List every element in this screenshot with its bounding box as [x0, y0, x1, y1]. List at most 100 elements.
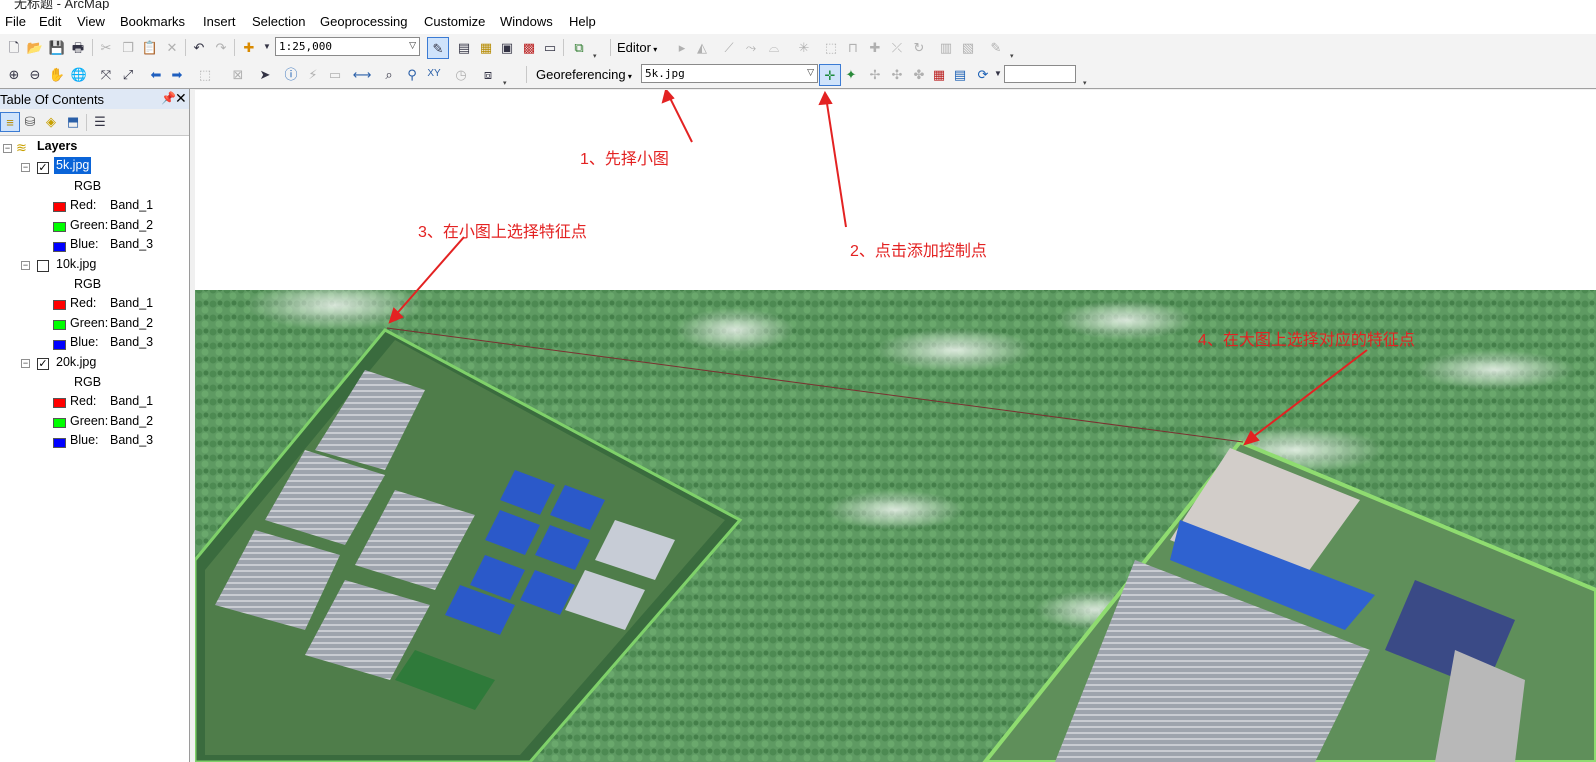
- search-window-icon[interactable]: ▣: [498, 38, 516, 56]
- map-scale-combo[interactable]: 1:25,000 ▽: [275, 37, 420, 56]
- edit-tool-icon[interactable]: ▸: [673, 38, 691, 56]
- editor-toolbar-icon[interactable]: ✎: [427, 37, 449, 59]
- select-link-icon[interactable]: ✢: [866, 65, 884, 83]
- list-by-visibility-icon[interactable]: ◈: [42, 112, 60, 130]
- undo-icon[interactable]: ↶: [190, 38, 208, 56]
- attributes-icon[interactable]: ▥: [937, 38, 955, 56]
- layer-name-5k[interactable]: 5k.jpg: [54, 157, 92, 174]
- cut-icon[interactable]: ✂: [97, 38, 115, 56]
- forward-arrow-icon[interactable]: ➡: [168, 65, 186, 83]
- menu-customize[interactable]: Customize: [424, 14, 485, 29]
- save-icon[interactable]: 💾: [48, 38, 66, 56]
- copy-icon[interactable]: ❐: [119, 38, 137, 56]
- fixed-zoom-in-icon[interactable]: ⤧: [97, 65, 115, 83]
- collapse-icon[interactable]: −: [21, 261, 30, 270]
- create-viewer-window-icon[interactable]: ⧈: [479, 65, 497, 83]
- zoom-out-icon[interactable]: ⊖: [26, 65, 44, 83]
- editor-menu-button[interactable]: Editor ▾: [617, 38, 657, 57]
- menu-file[interactable]: File: [5, 14, 26, 29]
- paste-icon[interactable]: 📋: [141, 38, 159, 56]
- back-arrow-icon[interactable]: ⬅: [147, 65, 165, 83]
- menu-bookmarks[interactable]: Bookmarks: [120, 14, 185, 29]
- pin-icon[interactable]: 📌: [161, 91, 176, 105]
- rotate-icon[interactable]: ↻: [910, 38, 928, 56]
- georef-layer-combo[interactable]: 5k.jpg ▽: [641, 64, 818, 83]
- find-route-icon[interactable]: ⚲: [403, 65, 421, 83]
- add-data-dropdown-icon[interactable]: ▼: [258, 38, 276, 56]
- catalog-icon[interactable]: ▦: [477, 38, 495, 56]
- measure-icon[interactable]: ⟷: [353, 65, 372, 83]
- trace-icon[interactable]: ⌓: [765, 38, 783, 56]
- collapse-icon[interactable]: −: [21, 163, 30, 172]
- layer-visibility-checkbox[interactable]: ✓: [37, 162, 49, 174]
- map-canvas[interactable]: [195, 90, 1596, 762]
- zoom-to-selected-link-icon[interactable]: ✣: [888, 65, 906, 83]
- auto-registration-icon[interactable]: ✦: [842, 65, 860, 83]
- new-document-icon[interactable]: 🗋: [5, 38, 23, 56]
- menu-insert[interactable]: Insert: [203, 14, 236, 29]
- list-by-selection-icon[interactable]: ⬒: [64, 112, 82, 130]
- model-builder-icon[interactable]: ⧉: [570, 38, 588, 56]
- menu-windows[interactable]: Windows: [500, 14, 553, 29]
- straight-segment-icon[interactable]: ⟋: [720, 38, 738, 56]
- arctoolbox-icon[interactable]: ▩: [520, 38, 538, 56]
- layer-visibility-checkbox[interactable]: ✓: [37, 358, 49, 370]
- toolbar-grip-icon[interactable]: ▾: [503, 80, 510, 87]
- layer-visibility-checkbox[interactable]: [37, 260, 49, 272]
- layers-root-label[interactable]: Layers: [37, 137, 77, 156]
- open-folder-icon[interactable]: 📂: [26, 38, 44, 56]
- endpoint-arc-icon[interactable]: ⤳: [742, 38, 760, 56]
- create-features-icon[interactable]: ✎: [987, 38, 1005, 56]
- list-by-drawing-order-icon[interactable]: ≡: [0, 112, 20, 132]
- split-icon[interactable]: ⤫: [888, 38, 906, 56]
- layout-view-icon[interactable]: ▤: [455, 38, 473, 56]
- cut-polygon-icon[interactable]: ✚: [866, 38, 884, 56]
- redo-icon[interactable]: ↷: [212, 38, 230, 56]
- map-view[interactable]: 1、先择小图 2、点击添加控制点 3、在小图上选择特征点 4、在大图上选择对应的…: [195, 90, 1596, 762]
- collapse-icon[interactable]: −: [21, 359, 30, 368]
- go-to-xy-icon[interactable]: XY: [425, 65, 443, 83]
- sketch-properties-icon[interactable]: ▧: [959, 38, 977, 56]
- point-icon[interactable]: ✳: [795, 38, 813, 56]
- menu-view[interactable]: View: [77, 14, 105, 29]
- time-slider-icon[interactable]: ◷: [452, 65, 470, 83]
- georeferencing-menu-button[interactable]: Georeferencing ▾: [536, 65, 632, 84]
- layer-name-20k[interactable]: 20k.jpg: [56, 353, 96, 372]
- pan-hand-icon[interactable]: ✋: [48, 65, 66, 83]
- collapse-icon[interactable]: −: [3, 144, 12, 153]
- hyperlink-icon[interactable]: ⚡: [304, 65, 322, 83]
- delete-link-icon[interactable]: ✤: [910, 65, 928, 83]
- menu-edit[interactable]: Edit: [39, 14, 61, 29]
- menu-help[interactable]: Help: [569, 14, 596, 29]
- add-control-points-icon[interactable]: ✛: [819, 64, 841, 86]
- fixed-zoom-out-icon[interactable]: ⤢: [119, 65, 137, 83]
- print-icon[interactable]: 🖶: [69, 38, 87, 56]
- layer-name-10k[interactable]: 10k.jpg: [56, 255, 96, 274]
- toolbar-grip-icon[interactable]: ▾: [1083, 80, 1090, 87]
- zoom-in-icon[interactable]: ⊕: [5, 65, 23, 83]
- separator: [610, 39, 611, 56]
- menu-selection[interactable]: Selection: [252, 14, 305, 29]
- toolbar-grip-icon[interactable]: ▾: [1010, 53, 1017, 60]
- edit-annotation-icon[interactable]: ◭: [693, 38, 711, 56]
- reshape-icon[interactable]: ⊓: [844, 38, 862, 56]
- menu-geoprocessing[interactable]: Geoprocessing: [320, 14, 407, 29]
- python-window-icon[interactable]: ▭: [541, 38, 559, 56]
- identify-icon[interactable]: ⓘ: [282, 65, 300, 83]
- find-binoculars-icon[interactable]: ⌕: [380, 65, 398, 83]
- clear-selection-icon[interactable]: ⊠: [229, 65, 247, 83]
- html-popup-icon[interactable]: ▭: [326, 65, 344, 83]
- close-icon[interactable]: ✕: [175, 90, 187, 107]
- list-by-source-icon[interactable]: ⛁: [21, 112, 39, 130]
- options-icon[interactable]: ☰: [91, 112, 109, 130]
- viewer-icon[interactable]: ▦: [930, 65, 948, 83]
- full-extent-globe-icon[interactable]: 🌐: [70, 65, 88, 83]
- edit-vertices-icon[interactable]: ⬚: [822, 38, 840, 56]
- select-features-icon[interactable]: ⬚: [196, 65, 214, 83]
- delete-icon[interactable]: ✕: [163, 38, 181, 56]
- view-link-table-icon[interactable]: ▤: [951, 65, 969, 83]
- add-data-icon[interactable]: ✚: [240, 38, 258, 56]
- rotate-angle-input[interactable]: [1004, 65, 1076, 83]
- select-elements-arrow-icon[interactable]: ➤: [256, 65, 274, 83]
- toolbar-grip-icon[interactable]: ▾: [593, 53, 600, 60]
